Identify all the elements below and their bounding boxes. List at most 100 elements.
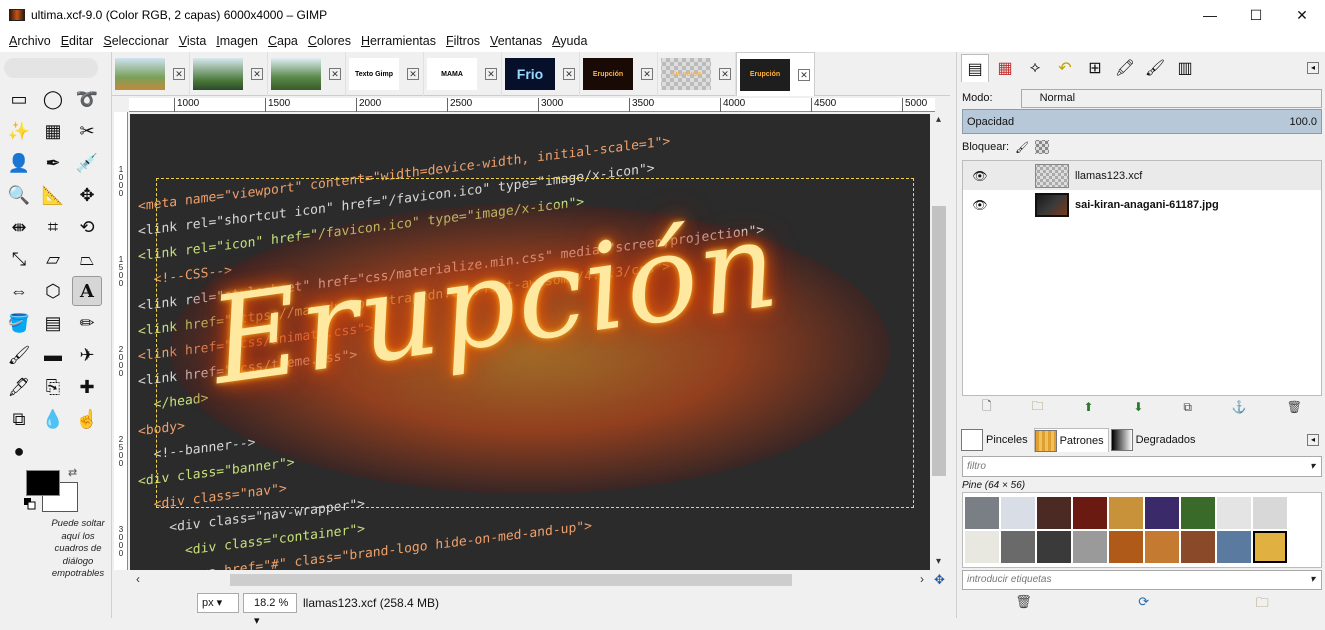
- close-tab-icon[interactable]: ✕: [251, 68, 263, 80]
- move-icon[interactable]: ✥: [72, 180, 102, 210]
- menu-imagen[interactable]: Imagen: [211, 34, 263, 48]
- swap-colors-icon[interactable]: ⇄: [68, 466, 77, 479]
- close-tab-icon[interactable]: ✕: [407, 68, 419, 80]
- scroll-right-icon[interactable]: ›: [920, 572, 924, 586]
- menu-archivo[interactable]: Archivo: [4, 34, 56, 48]
- pattern-swatch[interactable]: [1037, 531, 1071, 563]
- foreground-select-icon[interactable]: 👤: [4, 148, 34, 178]
- close-tab-icon[interactable]: ✕: [173, 68, 185, 80]
- menu-colores[interactable]: Colores: [303, 34, 356, 48]
- unit-select[interactable]: px ▾: [197, 593, 239, 613]
- tags-input[interactable]: introducir etiquetas ▾: [962, 570, 1322, 590]
- heal-icon[interactable]: ✚: [72, 372, 102, 402]
- zoom-select[interactable]: 18.2 % ▾: [243, 593, 297, 627]
- menu-editar[interactable]: Editar: [56, 34, 99, 48]
- close-tab-icon[interactable]: ✕: [641, 68, 653, 80]
- layer-row[interactable]: 👁 llamas123.xcf: [963, 161, 1321, 190]
- zoom-icon[interactable]: 🔍: [4, 180, 34, 210]
- layer-row[interactable]: 👁 sai-kiran-anagani-61187.jpg: [963, 190, 1321, 219]
- pattern-swatch[interactable]: [1253, 531, 1287, 563]
- new-layer-icon[interactable]: 🗋: [982, 397, 992, 418]
- bucket-fill-icon[interactable]: 🪣: [4, 308, 34, 338]
- menu-ventanas[interactable]: Ventanas: [485, 34, 547, 48]
- menu-vista[interactable]: Vista: [174, 34, 212, 48]
- visibility-eye-icon[interactable]: 👁: [965, 169, 995, 183]
- image-tab[interactable]: Frio ✕: [502, 52, 580, 96]
- foreground-color-swatch[interactable]: [26, 470, 60, 496]
- rotate-icon[interactable]: ⟲: [72, 212, 102, 242]
- layers-tab-icon[interactable]: ▤: [961, 54, 989, 82]
- free-select-icon[interactable]: ➰: [72, 84, 102, 114]
- color-picker-icon[interactable]: 💉: [72, 148, 102, 178]
- clone-icon[interactable]: ⎘: [38, 372, 68, 402]
- align-icon[interactable]: ⇼: [4, 212, 34, 242]
- pattern-swatch[interactable]: [1181, 497, 1215, 529]
- crop-icon[interactable]: ⌗: [38, 212, 68, 242]
- filter-dropdown-icon[interactable]: ▾: [1310, 457, 1315, 476]
- close-tab-icon[interactable]: ✕: [563, 68, 575, 80]
- scroll-left-icon[interactable]: ‹: [136, 572, 140, 586]
- pattern-swatch[interactable]: [965, 531, 999, 563]
- delete-layer-icon[interactable]: 🗑: [1287, 400, 1302, 414]
- scale-icon[interactable]: ⤡: [4, 244, 34, 274]
- pattern-swatch[interactable]: [1073, 497, 1107, 529]
- image-tab[interactable]: Erupción ✕: [736, 52, 815, 96]
- refresh-patterns-icon[interactable]: ⟳: [1138, 594, 1149, 614]
- tab-patrones[interactable]: Patrones: [1033, 428, 1109, 452]
- mode-select[interactable]: Normal: [1020, 88, 1322, 108]
- measure-icon[interactable]: 📐: [38, 180, 68, 210]
- close-tab-icon[interactable]: ✕: [329, 68, 341, 80]
- scroll-up-icon[interactable]: ▴: [936, 114, 941, 125]
- pattern-swatch[interactable]: [1001, 497, 1035, 529]
- image-tab[interactable]: Texto Gimp ✕: [346, 52, 424, 96]
- pattern-swatch[interactable]: [1253, 497, 1287, 529]
- menu-herramientas[interactable]: Herramientas: [356, 34, 441, 48]
- image-tab[interactable]: ✕: [268, 52, 346, 96]
- smudge-icon[interactable]: ☝: [72, 404, 102, 434]
- navigate-icon[interactable]: ✥: [934, 572, 945, 588]
- brushes-tab-icon[interactable]: 🖌: [1141, 54, 1169, 82]
- channels-tab-icon[interactable]: ▦: [991, 54, 1019, 82]
- tool-options-tab-icon[interactable]: 🖍: [1111, 54, 1139, 82]
- image-tab[interactable]: Erupción ✕: [658, 52, 736, 96]
- pattern-swatch[interactable]: [1145, 497, 1179, 529]
- scissors-icon[interactable]: ✂: [72, 116, 102, 146]
- dodge-burn-icon[interactable]: ●: [4, 436, 34, 466]
- shear-icon[interactable]: ▱: [38, 244, 68, 274]
- lock-pixels-icon[interactable]: 🖌: [1015, 141, 1029, 154]
- ellipse-select-icon[interactable]: ◯: [38, 84, 68, 114]
- vertical-ruler[interactable]: 1 0 0 0 1 5 0 0 2 0 0 0 2 5 0 0 3 0 0 0: [114, 112, 128, 570]
- pattern-swatch[interactable]: [1181, 531, 1215, 563]
- scroll-down-icon[interactable]: ▾: [936, 556, 941, 567]
- wilber-drop-area[interactable]: [4, 58, 98, 78]
- minimize-button[interactable]: —: [1187, 0, 1233, 30]
- menu-ayuda[interactable]: Ayuda: [547, 34, 592, 48]
- open-pattern-folder-icon[interactable]: 🗀: [1256, 594, 1269, 614]
- flip-icon[interactable]: ⇔: [4, 276, 34, 306]
- select-by-color-icon[interactable]: ▦: [38, 116, 68, 146]
- tags-dropdown-icon[interactable]: ▾: [1310, 571, 1315, 589]
- image-tab[interactable]: MAMA ✕: [424, 52, 502, 96]
- pattern-swatch[interactable]: [1109, 497, 1143, 529]
- horizontal-scroll-thumb[interactable]: [230, 574, 792, 586]
- paths-icon[interactable]: ✒: [38, 148, 68, 178]
- resources-dock-menu-icon[interactable]: ◂: [1307, 434, 1319, 446]
- maximize-button[interactable]: ☐: [1233, 0, 1279, 30]
- layers-dock-menu-icon[interactable]: ◂: [1307, 62, 1319, 74]
- image-tab[interactable]: Erupción ✕: [580, 52, 658, 96]
- pattern-swatch[interactable]: [1037, 497, 1071, 529]
- close-tab-icon[interactable]: ✕: [485, 68, 497, 80]
- lock-alpha-icon[interactable]: [1035, 140, 1050, 154]
- visibility-eye-icon[interactable]: 👁: [965, 198, 995, 212]
- pattern-swatch[interactable]: [1217, 497, 1251, 529]
- new-layer-group-icon[interactable]: 🗀: [1032, 397, 1044, 418]
- menu-seleccionar[interactable]: Seleccionar: [98, 34, 173, 48]
- horizontal-ruler[interactable]: 1000 1500 2000 2500 3000 3500 4000 4500 5000: [129, 98, 935, 112]
- image-tab[interactable]: ✕: [190, 52, 268, 96]
- image-canvas[interactable]: <meta name="viewport" content="width=dev…: [130, 114, 930, 570]
- pattern-swatch[interactable]: [1109, 531, 1143, 563]
- perspective-clone-icon[interactable]: ⧉: [4, 404, 34, 434]
- paths-tab-icon[interactable]: ⟡: [1021, 54, 1049, 82]
- cage-icon[interactable]: ⬡: [38, 276, 68, 306]
- tab-degradados[interactable]: Degradados: [1110, 428, 1200, 452]
